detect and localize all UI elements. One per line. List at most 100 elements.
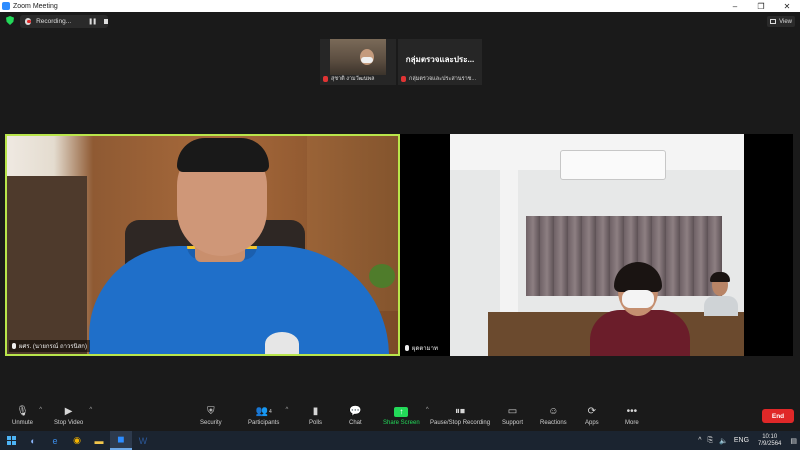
background-pillar <box>500 170 518 320</box>
participant-thumbnail[interactable]: สุชาติ งามวัฒนพล <box>320 39 396 85</box>
participant-name: สุชาติ งามวัฒนพล <box>331 76 375 82</box>
stop-video-label: Stop Video <box>54 420 84 426</box>
foreground-person-mask <box>622 290 654 308</box>
participant-name: กลุ่มตรวจและประสานราช... <box>409 76 476 82</box>
stop-recording-icon[interactable] <box>104 19 108 24</box>
apps-button[interactable]: ⟳ Apps <box>585 405 599 426</box>
start-button[interactable] <box>0 431 22 450</box>
security-button[interactable]: ⛨ Security <box>200 405 222 426</box>
background-air-conditioner <box>560 150 666 180</box>
maximize-button[interactable]: ❐ <box>748 0 774 12</box>
pause-stop-recording-label: Pause/Stop Recording <box>430 420 491 426</box>
share-screen-label: Share Screen <box>383 420 420 426</box>
windows-taskbar: ◐ e ◉ ▬ ◼ W ^ ⎘ 🔈 ENG 10:10 7/9/2564 ▤ <box>0 431 800 450</box>
shirt-logo <box>265 332 299 354</box>
more-button[interactable]: ••• More <box>625 405 639 426</box>
video-tile[interactable]: ผุดตามาท <box>400 134 793 356</box>
network-icon[interactable]: ⎘ <box>708 437 714 445</box>
video-options-caret-icon[interactable]: ^ <box>89 407 92 413</box>
participants-button[interactable]: 👥 4 Participants ^ <box>248 405 288 426</box>
security-label: Security <box>200 420 222 426</box>
speaker-hair <box>177 138 269 172</box>
zoom-taskbar-icon[interactable]: ◼ <box>110 431 132 450</box>
share-options-caret-icon[interactable]: ^ <box>426 407 429 413</box>
language-indicator[interactable]: ENG <box>734 437 749 444</box>
speaker-icon[interactable]: 🔈 <box>719 437 728 445</box>
more-icon: ••• <box>626 406 638 417</box>
minimize-button[interactable]: – <box>722 0 748 12</box>
view-button[interactable]: View <box>767 16 795 27</box>
polls-icon: ▮ <box>312 406 319 417</box>
meeting-toolbar: 🎙 Unmute ^ ▶ Stop Video ^ ⛨ Security 👥 4 … <box>0 401 800 431</box>
background-board <box>7 176 87 354</box>
audio-options-caret-icon[interactable]: ^ <box>39 407 42 413</box>
reactions-button[interactable]: ☺ Reactions <box>540 405 567 426</box>
windows-logo-icon <box>6 436 16 445</box>
background-plant <box>369 264 395 288</box>
video-background <box>450 134 744 356</box>
clock-time: 10:10 <box>762 433 778 440</box>
participants-count: 4 <box>269 408 272 415</box>
edge-browser-icon[interactable]: ◐ <box>22 431 44 450</box>
mic-muted-icon: 🎙 <box>16 406 29 417</box>
encryption-shield-icon[interactable] <box>6 16 14 25</box>
window-titlebar: Zoom Meeting – ❐ ✕ <box>0 0 800 12</box>
pause-stop-icon: ⏸⏹ <box>455 406 466 417</box>
more-label: More <box>625 420 639 426</box>
apps-label: Apps <box>585 420 599 426</box>
participant-name-label: สุชาติ งามวัฒนพล <box>323 75 375 83</box>
background-person-hair <box>710 272 730 282</box>
chat-button[interactable]: 💬 Chat <box>349 405 362 426</box>
stop-video-button[interactable]: ▶ Stop Video ^ <box>54 405 92 426</box>
foreground-person-body <box>590 310 690 356</box>
participant-display-name: กลุ่มตรวจและประ... <box>405 55 475 64</box>
mic-icon <box>405 345 409 351</box>
recording-label: Recording... <box>36 18 72 25</box>
close-button[interactable]: ✕ <box>774 0 800 12</box>
chat-icon: 💬 <box>349 406 362 417</box>
chrome-icon[interactable]: ◉ <box>66 431 88 450</box>
support-button[interactable]: ▭ Support <box>502 405 523 426</box>
share-screen-button[interactable]: ↑ Share Screen ^ <box>383 405 429 426</box>
participant-thumbnail[interactable]: กลุ่มตรวจและประ... กลุ่มตรวจและประสานราช… <box>398 39 482 85</box>
participant-name-label: กลุ่มตรวจและประสานราช... <box>401 75 476 83</box>
support-label: Support <box>502 420 524 426</box>
video-tile-active-speaker[interactable]: ผศร. (นายกรณ์ ถาวรนิสก) <box>5 134 400 356</box>
meeting-topbar: Recording... ❚❚ View <box>0 12 800 30</box>
gallery-grid-icon <box>770 19 777 24</box>
view-label: View <box>779 18 792 25</box>
video-name: ผุดตามาท <box>412 346 438 352</box>
video-name-label: ผุดตามาท <box>402 342 441 354</box>
unmute-button[interactable]: 🎙 Unmute ^ <box>12 405 42 426</box>
share-screen-icon: ↑ <box>394 405 409 418</box>
polls-button[interactable]: ▮ Polls <box>309 405 322 426</box>
participant-mask <box>361 57 373 63</box>
mic-icon <box>12 343 16 349</box>
mic-muted-icon <box>323 76 328 82</box>
window-controls: – ❐ ✕ <box>722 0 800 12</box>
file-explorer-icon[interactable]: ▬ <box>88 431 110 450</box>
participants-label: Participants <box>248 420 280 426</box>
video-camera-icon: ▶ <box>64 406 73 417</box>
support-icon: ▭ <box>507 406 518 417</box>
taskbar-clock[interactable]: 10:10 7/9/2564 <box>758 434 781 448</box>
participants-options-caret-icon[interactable]: ^ <box>286 407 289 413</box>
zoom-logo-icon <box>2 2 10 10</box>
apps-icon: ⟳ <box>587 406 597 417</box>
video-name-label: ผศร. (นายกรณ์ ถาวรนิสก) <box>9 340 90 352</box>
participant-video <box>330 39 386 75</box>
unmute-label: Unmute <box>12 420 34 426</box>
tray-overflow-icon[interactable]: ^ <box>698 437 701 444</box>
internet-explorer-icon[interactable]: e <box>44 431 66 450</box>
pause-stop-recording-button[interactable]: ⏸⏹ Pause/Stop Recording <box>430 405 490 426</box>
notifications-icon[interactable]: ▤ <box>790 437 797 445</box>
background-person-body <box>704 296 738 316</box>
reactions-label: Reactions <box>540 420 567 426</box>
reactions-icon: ☺ <box>548 406 559 417</box>
mic-muted-icon <box>401 76 406 82</box>
system-tray: ^ ⎘ 🔈 ENG 10:10 7/9/2564 ▤ <box>695 431 800 450</box>
word-icon[interactable]: W <box>132 431 154 450</box>
end-meeting-button[interactable]: End <box>762 409 794 423</box>
video-name: ผศร. (นายกรณ์ ถาวรนิสก) <box>19 344 87 350</box>
pause-recording-icon[interactable]: ❚❚ <box>88 18 97 25</box>
